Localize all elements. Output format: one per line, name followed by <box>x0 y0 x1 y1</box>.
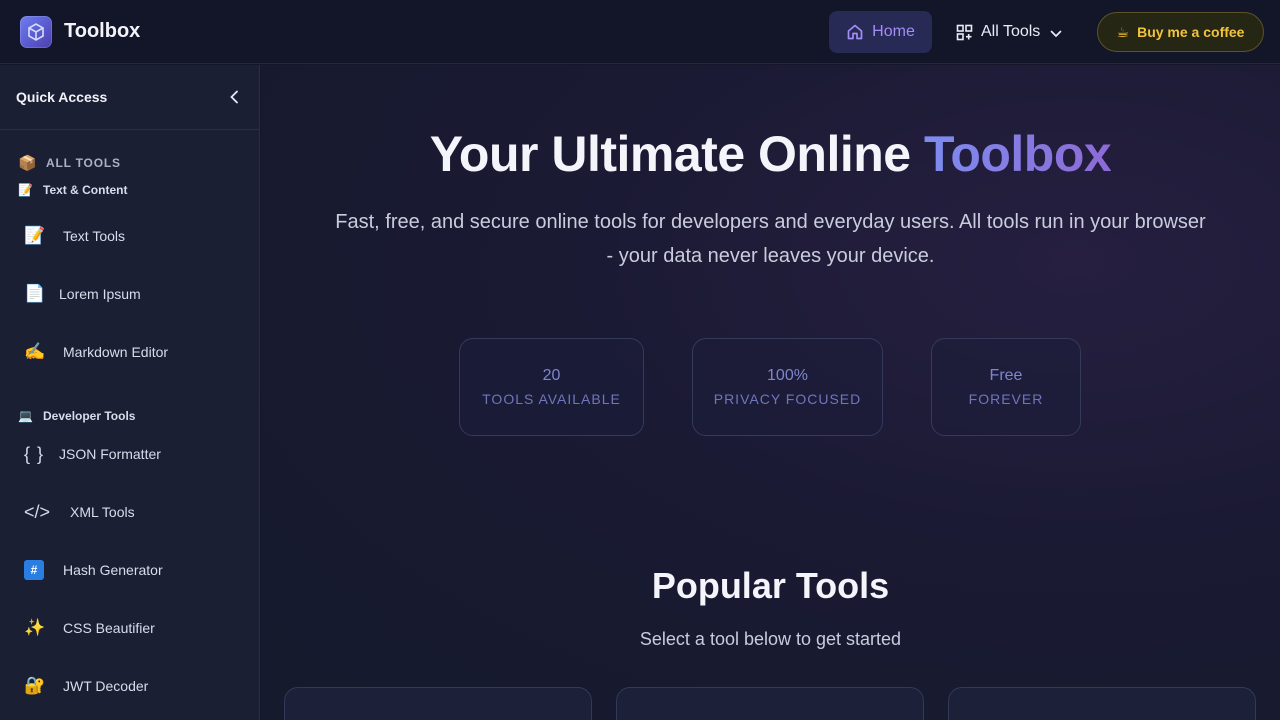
sidebar-item-text-tools[interactable]: 📝 Text Tools <box>0 207 259 265</box>
coffee-label: Buy me a coffee <box>1137 24 1245 40</box>
laptop-icon: 💻 <box>18 409 33 423</box>
sidebar-category-text-content: 📝 Text & Content <box>18 177 259 203</box>
page-icon: 📄 <box>24 284 46 303</box>
stat-label: PRIVACY FOCUSED <box>713 391 862 407</box>
sidebar-header: Quick Access <box>0 65 259 130</box>
main-content: Your Ultimate Online Toolbox Fast, free,… <box>261 65 1280 720</box>
hero-title: Your Ultimate Online Toolbox <box>261 125 1280 183</box>
writing-hand-icon: ✍️ <box>24 342 46 361</box>
collapse-sidebar-icon[interactable] <box>229 90 239 104</box>
stat-value: 100% <box>767 367 808 384</box>
tool-card[interactable] <box>948 687 1256 720</box>
sidebar-item-label: XML Tools <box>70 504 135 520</box>
box-icon: 📦 <box>18 155 37 172</box>
hero-subtitle: Fast, free, and secure online tools for … <box>335 211 1206 267</box>
chevron-down-icon <box>1050 30 1062 38</box>
sidebar-title: Quick Access <box>16 89 108 105</box>
sidebar-item-jwt-decoder[interactable]: 🔐 JWT Decoder <box>0 657 259 715</box>
sidebar-item-hash-generator[interactable]: # Hash Generator <box>0 541 259 599</box>
stat-privacy-focused: 100% PRIVACY FOCUSED <box>692 338 883 436</box>
sidebar-item-xml-tools[interactable]: </> XML Tools <box>0 483 259 541</box>
nav-home-label: Home <box>872 23 915 40</box>
brand-name: Toolbox <box>64 20 141 42</box>
memo-icon: 📝 <box>24 226 46 245</box>
stat-label: TOOLS AVAILABLE <box>482 391 621 407</box>
sidebar-item-label: Text Tools <box>63 228 125 244</box>
brand[interactable]: Toolbox <box>20 15 141 48</box>
sparkles-icon: ✨ <box>24 618 46 637</box>
sidebar-item-markdown-editor[interactable]: ✍️ Markdown Editor <box>0 323 259 381</box>
popular-tools-subtitle: Select a tool below to get started <box>639 629 902 649</box>
popular-tools-title: Popular Tools <box>651 565 890 606</box>
sidebar-item-label: CSS Beautifier <box>63 620 155 636</box>
home-icon <box>847 24 863 40</box>
sidebar-item-label: Hash Generator <box>63 562 163 578</box>
lock-key-icon: 🔐 <box>24 676 46 695</box>
sidebar-item-css-beautifier[interactable]: ✨ CSS Beautifier <box>0 599 259 657</box>
sidebar-item-lorem-ipsum[interactable]: 📄 Lorem Ipsum <box>0 265 259 323</box>
sidebar: Quick Access 📦 ALL TOOLS 📝 Text & Conten… <box>0 65 260 720</box>
grid-icon <box>956 24 973 40</box>
stat-value: 20 <box>542 367 561 384</box>
tool-card[interactable] <box>284 687 592 720</box>
sidebar-item-label: JSON Formatter <box>59 446 161 462</box>
hash-icon: # <box>24 558 50 582</box>
sidebar-item-label: Lorem Ipsum <box>59 286 141 302</box>
coffee-icon: ☕ <box>1116 23 1130 40</box>
hero-title-main: Your Ultimate Online <box>429 126 924 182</box>
stat-free-forever: Free FOREVER <box>931 338 1081 436</box>
toolbox-logo-icon <box>20 15 52 48</box>
category-label: Developer Tools <box>43 409 136 423</box>
buy-me-coffee-button[interactable]: ☕ Buy me a coffee <box>1097 12 1264 52</box>
main-nav: Home All Tools <box>829 11 1062 53</box>
nav-all-tools-dropdown[interactable]: All Tools <box>956 11 1062 53</box>
nav-home-button[interactable]: Home <box>829 11 932 53</box>
hero-title-accent: Toolbox <box>923 126 1112 182</box>
sidebar-item-label: JWT Decoder <box>63 678 149 694</box>
top-bar: Toolbox Home All Tools ☕ Buy me a coffee <box>0 0 1280 64</box>
nav-all-tools-label: All Tools <box>981 23 1041 40</box>
stat-tools-available: 20 TOOLS AVAILABLE <box>459 338 644 436</box>
braces-icon: { } <box>24 443 45 464</box>
category-label: Text & Content <box>43 183 128 197</box>
sidebar-item-label: Markdown Editor <box>63 344 169 360</box>
stat-label: FOREVER <box>968 391 1044 407</box>
tool-card[interactable] <box>616 687 924 720</box>
stat-value: Free <box>989 367 1023 384</box>
sidebar-all-tools-label: ALL TOOLS <box>46 156 121 170</box>
memo-icon: 📝 <box>18 183 33 197</box>
code-icon: </> <box>24 501 51 522</box>
sidebar-all-tools[interactable]: 📦 ALL TOOLS <box>18 150 259 176</box>
sidebar-item-json-formatter[interactable]: { } JSON Formatter <box>0 425 259 483</box>
